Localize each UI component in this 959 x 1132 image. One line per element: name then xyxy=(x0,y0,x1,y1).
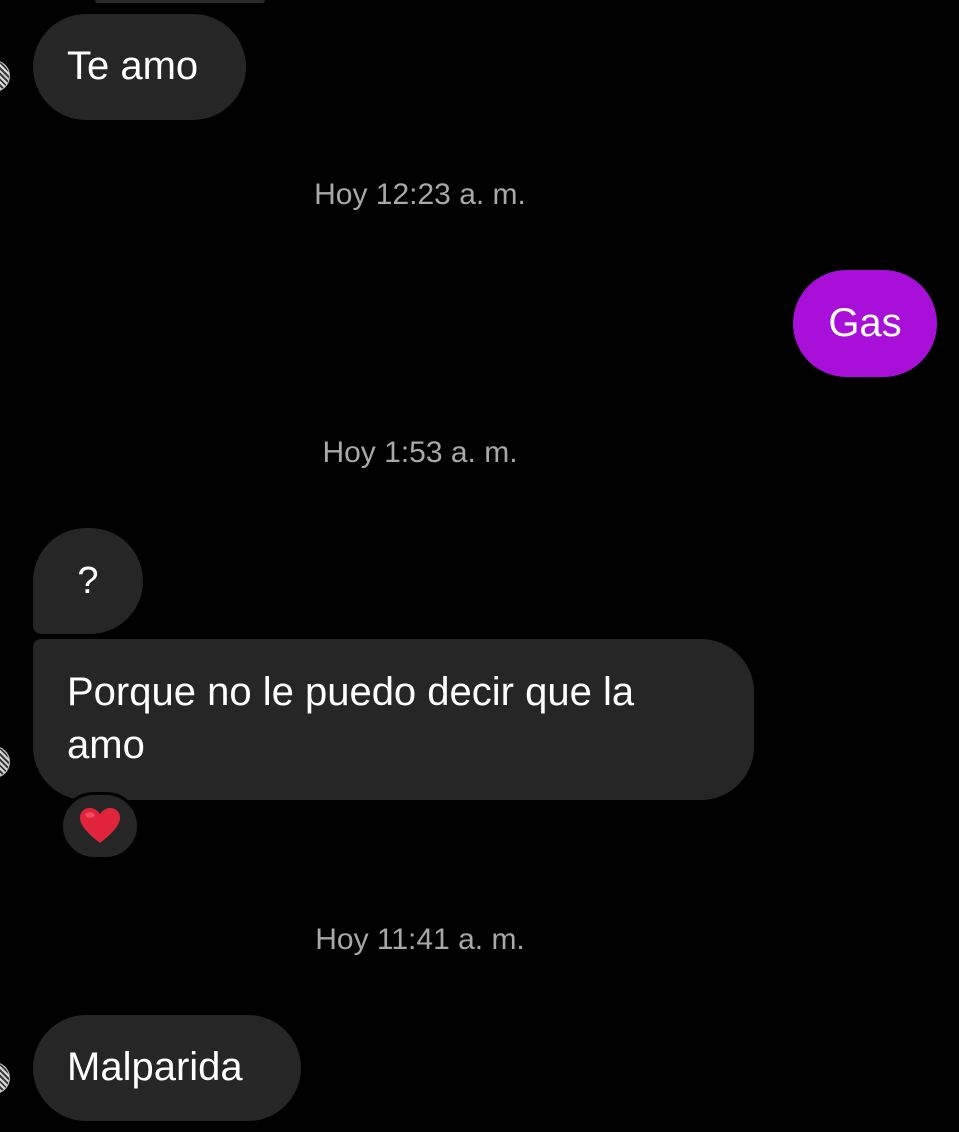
message-timestamp: Hoy 12:23 a. m. xyxy=(314,178,526,211)
previous-message-edge xyxy=(95,0,265,3)
contact-avatar[interactable] xyxy=(0,60,10,92)
message-text: Malparida xyxy=(67,1045,243,1089)
incoming-message-bubble[interactable]: ? xyxy=(33,528,143,634)
incoming-message-bubble[interactable]: Porque no le puedo decir que la amo xyxy=(33,639,754,800)
message-text: Gas xyxy=(828,301,902,345)
outgoing-message-bubble[interactable]: Gas xyxy=(793,270,937,377)
contact-avatar[interactable] xyxy=(0,746,10,778)
contact-avatar[interactable] xyxy=(0,1062,10,1094)
message-text: ? xyxy=(77,560,99,602)
red-heart-icon xyxy=(80,808,120,843)
incoming-message-bubble[interactable]: Malparida xyxy=(33,1015,301,1121)
incoming-message-bubble[interactable]: Te amo xyxy=(33,14,246,120)
message-timestamp: Hoy 1:53 a. m. xyxy=(322,436,518,469)
message-timestamp: Hoy 11:41 a. m. xyxy=(315,923,525,956)
message-text: Porque no le puedo decir que la amo xyxy=(67,670,635,767)
message-reaction[interactable] xyxy=(60,792,140,860)
message-text: Te amo xyxy=(67,44,199,88)
